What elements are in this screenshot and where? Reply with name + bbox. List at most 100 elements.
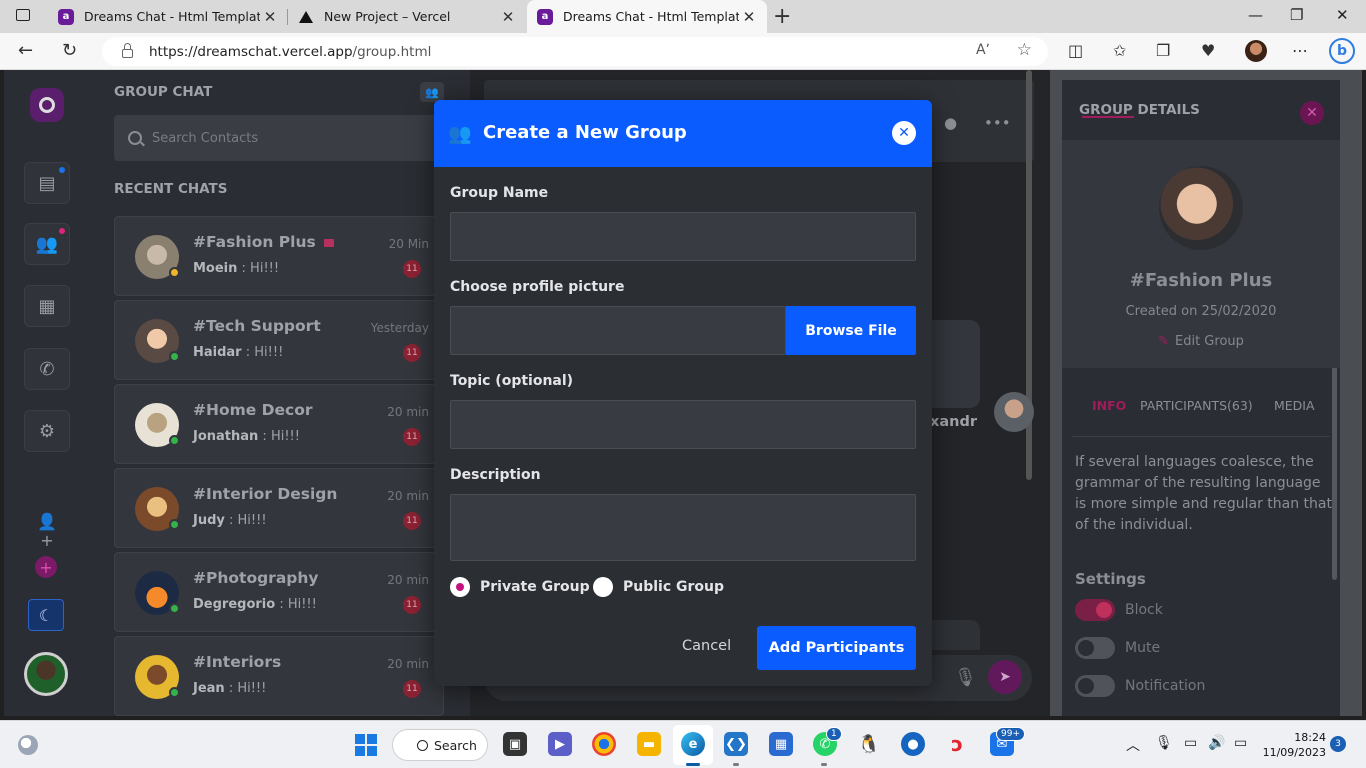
chat-time: 20 min — [387, 573, 429, 587]
file-explorer-icon[interactable]: ▬ — [637, 732, 661, 756]
tab-dreams-chat-1[interactable]: a Dreams Chat - Html Template ✕ — [48, 0, 288, 33]
recent-chats-title: RECENT CHATS — [114, 181, 228, 197]
status-dot — [169, 519, 180, 530]
groups-nav-button[interactable]: 👥 — [24, 223, 70, 265]
public-group-radio[interactable] — [593, 577, 613, 597]
start-button[interactable] — [355, 734, 377, 756]
chat-list-item[interactable]: #Fashion Plus Moein : Hi!!! 20 Min 11 — [114, 216, 444, 296]
close-tab-icon[interactable]: ✕ — [260, 8, 280, 26]
chats-nav-button[interactable]: ▤ — [24, 162, 70, 204]
clock-time: 18:24 — [1294, 731, 1326, 744]
store-icon[interactable]: ▦ — [769, 732, 793, 756]
chat-last-message: Moein : Hi!!! — [193, 261, 280, 276]
split-screen-icon[interactable]: ◫ — [1068, 41, 1083, 60]
chat-list-item[interactable]: #Home Decor Jonathan : Hi!!! 20 min 11 — [114, 384, 444, 464]
user-icon[interactable]: ● — [944, 114, 957, 132]
status-nav-button[interactable]: ▦ — [24, 285, 70, 327]
tab-info[interactable]: INFO — [1092, 398, 1126, 413]
chat-list-item[interactable]: #Interiors Jean : Hi!!! 20 min 11 — [114, 636, 444, 716]
favorite-star-icon[interactable]: ☆ — [1017, 40, 1032, 60]
chat-list-item[interactable]: #Photography Degregorio : Hi!!! 20 min 11 — [114, 552, 444, 632]
tab-vercel[interactable]: New Project – Vercel ✕ — [288, 0, 526, 33]
group-name-input[interactable] — [450, 212, 916, 261]
url-bar[interactable]: https://dreamschat.vercel.app/group.html… — [102, 37, 1048, 66]
group-avatar — [1159, 166, 1243, 250]
unread-badge: 11 — [403, 344, 421, 362]
display-icon[interactable]: ▭ — [1184, 735, 1197, 751]
refresh-icon[interactable]: ↻ — [62, 40, 77, 61]
more-icon[interactable]: ••• — [984, 114, 1011, 132]
maps-icon[interactable]: ● — [901, 732, 925, 756]
clock[interactable]: 18:24 11/09/2023 — [1262, 730, 1326, 760]
chat-list-item[interactable]: #Interior Design Judy : Hi!!! 20 min 11 — [114, 468, 444, 548]
profile-picture-input[interactable] — [450, 306, 786, 355]
taskbar-search[interactable]: Search — [392, 729, 488, 761]
close-tab-icon[interactable]: ✕ — [498, 8, 518, 26]
add-button[interactable]: + — [35, 556, 57, 578]
volume-icon[interactable]: 🔊 — [1208, 735, 1225, 751]
add-participants-button[interactable]: Add Participants — [757, 626, 916, 670]
close-details-button[interactable]: ✕ — [1300, 101, 1324, 125]
address-toolbar: ← ↻ https://dreamschat.vercel.app/group.… — [0, 33, 1366, 70]
create-group-icon[interactable]: 👥 — [420, 82, 444, 102]
weather-icon[interactable] — [18, 735, 38, 755]
edge-icon[interactable]: e — [681, 732, 705, 756]
private-group-option[interactable]: Private Group — [450, 577, 590, 597]
block-toggle[interactable] — [1075, 599, 1115, 621]
browse-file-button[interactable]: Browse File — [786, 306, 916, 355]
more-options-icon[interactable]: ⋯ — [1292, 41, 1308, 60]
settings-nav-button[interactable]: ⚙ — [24, 410, 70, 452]
add-user-icon[interactable]: 👤+ — [32, 512, 62, 550]
send-button[interactable]: ➤ — [988, 660, 1022, 694]
maximize-button[interactable]: ❐ — [1290, 6, 1303, 24]
public-group-option[interactable]: Public Group — [593, 577, 724, 597]
task-view-icon[interactable]: ▣ — [503, 732, 527, 756]
tab-dreams-chat-active[interactable]: a Dreams Chat - Html Template ✕ — [527, 0, 767, 33]
search-contacts-input[interactable]: Search Contacts — [114, 115, 444, 161]
close-modal-button[interactable]: ✕ — [892, 121, 916, 145]
profile-avatar[interactable] — [1245, 40, 1267, 62]
microphone-icon[interactable]: 🎙 — [954, 667, 977, 688]
chat-name: #Tech Support — [193, 317, 321, 335]
airtel-icon[interactable]: ↄ — [945, 732, 969, 756]
extension-icon[interactable]: ♥ — [1201, 41, 1215, 60]
linux-penguin-icon[interactable]: 🐧 — [857, 732, 881, 756]
favorites-icon[interactable]: ✩ — [1113, 41, 1126, 60]
dark-mode-toggle[interactable]: ☾ — [28, 599, 64, 631]
calls-nav-button[interactable]: ✆ — [24, 348, 70, 390]
close-tab-icon[interactable]: ✕ — [739, 8, 759, 26]
notification-count[interactable]: 3 — [1330, 736, 1346, 752]
teams-icon[interactable]: ▶ — [548, 732, 572, 756]
microphone-tray-icon[interactable]: 🎙 — [1155, 735, 1173, 751]
collections-icon[interactable]: ❐ — [1156, 41, 1170, 60]
description-textarea[interactable] — [450, 494, 916, 561]
tab-media[interactable]: MEDIA — [1274, 398, 1315, 413]
private-group-radio[interactable] — [450, 577, 470, 597]
mute-label: Mute — [1125, 640, 1161, 656]
tab-actions-icon[interactable] — [16, 9, 30, 21]
modal-title: Create a New Group — [483, 122, 687, 143]
read-aloud-icon[interactable]: Aʼ — [976, 42, 990, 58]
close-window-button[interactable]: ✕ — [1336, 6, 1349, 24]
battery-icon[interactable]: ▭ — [1234, 735, 1247, 751]
notification-toggle[interactable] — [1075, 675, 1115, 697]
tab-participants[interactable]: PARTICIPANTS(63) — [1140, 398, 1253, 413]
url-path: /group.html — [352, 43, 432, 60]
tab-label: Dreams Chat - Html Template — [84, 9, 260, 24]
app-logo[interactable] — [30, 88, 64, 122]
edit-group-link[interactable]: ✎ Edit Group — [1062, 334, 1340, 349]
vscode-icon[interactable]: ❮❯ — [724, 732, 748, 756]
topic-input[interactable] — [450, 400, 916, 449]
chat-list-item[interactable]: #Tech Support Haidar : Hi!!! Yesterday 11 — [114, 300, 444, 380]
cancel-button[interactable]: Cancel — [682, 638, 731, 654]
active-indicator — [686, 763, 700, 766]
new-tab-button[interactable]: + — [773, 4, 791, 29]
back-arrow-icon[interactable]: ← — [18, 40, 33, 61]
chrome-icon[interactable] — [592, 732, 616, 756]
chevron-up-icon[interactable]: ︿ — [1126, 735, 1140, 755]
details-tabs: INFO PARTICIPANTS(63) MEDIA — [1062, 398, 1340, 422]
minimize-button[interactable]: — — [1248, 6, 1263, 24]
mute-toggle[interactable] — [1075, 637, 1115, 659]
my-avatar[interactable] — [24, 652, 68, 696]
bing-copilot-icon[interactable]: b — [1329, 38, 1355, 64]
